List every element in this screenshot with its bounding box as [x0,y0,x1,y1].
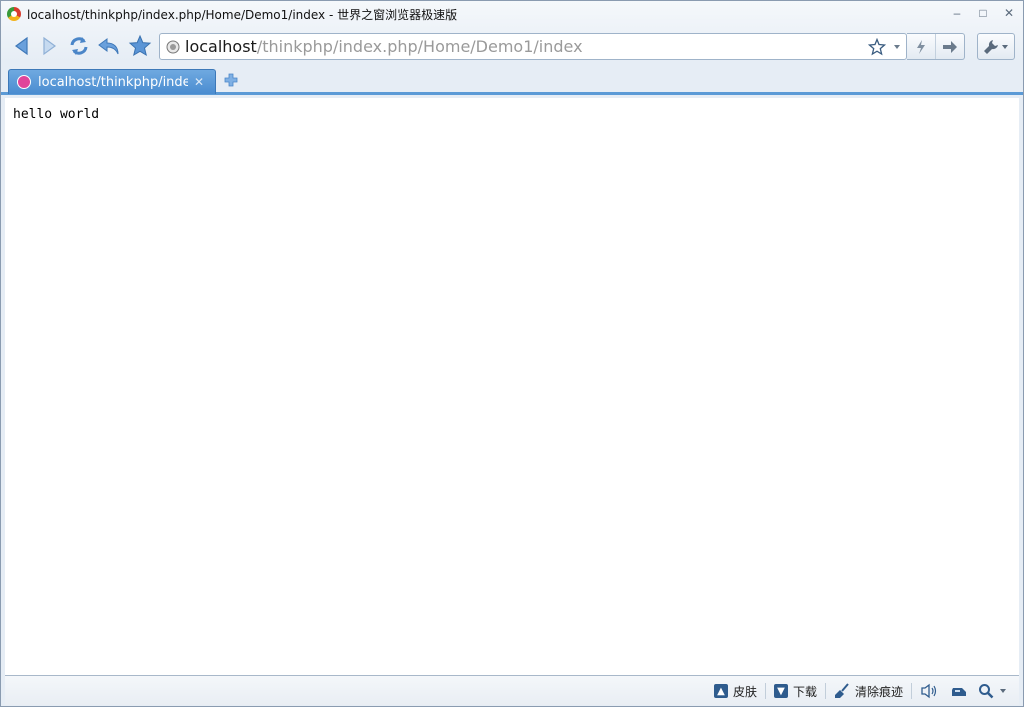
maximize-button[interactable]: □ [975,5,991,21]
page-content: hello world [5,98,1019,675]
favorites-button[interactable] [127,33,153,59]
go-arrow-icon [943,40,958,53]
browser-logo-icon [7,7,21,21]
volume-button[interactable] [912,682,946,700]
speaker-icon [921,683,937,699]
address-bar[interactable]: localhost/thinkphp/index.php/Home/Demo1/… [159,33,907,60]
status-bar: ▲ 皮肤 ▼ 下载 清除痕迹 [5,675,1019,705]
url-host: localhost [185,37,257,56]
url-text[interactable]: localhost/thinkphp/index.php/Home/Demo1/… [185,37,583,56]
broom-icon [834,683,849,698]
window-controls: – □ ✕ [949,5,1017,21]
tools-menu-button[interactable] [977,33,1015,60]
compatibility-mode-button[interactable] [946,682,972,700]
window-title: localhost/thinkphp/index.php/Home/Demo1/… [27,7,458,22]
speed-mode-button[interactable] [907,34,935,59]
address-actions-group [907,33,965,60]
refresh-button[interactable] [66,33,92,59]
chevron-down-icon [1002,44,1008,49]
mode-icon [952,688,966,696]
chevron-down-icon [1000,689,1006,693]
download-icon: ▼ [773,684,788,698]
navigation-toolbar: localhost/thinkphp/index.php/Home/Demo1/… [1,27,1023,67]
dropdown-arrow-icon[interactable] [892,42,902,52]
back-button[interactable] [9,33,35,59]
tab-strip: localhost/thinkphp/index.p ✕ [1,67,1023,95]
lightning-icon [917,39,926,54]
close-button[interactable]: ✕ [1001,5,1017,21]
tab-active[interactable]: localhost/thinkphp/index.p ✕ [8,69,216,94]
undo-icon [98,38,119,55]
new-tab-button[interactable] [223,72,239,88]
download-label: 下载 [792,684,817,699]
go-button[interactable] [935,34,964,59]
forward-arrow-icon [43,36,57,56]
skin-button[interactable]: ▲ 皮肤 [706,682,765,700]
skin-label: 皮肤 [732,684,757,699]
refresh-icon [70,37,88,55]
clear-traces-button[interactable]: 清除痕迹 [826,682,911,700]
address-bar-actions [868,38,902,56]
back-arrow-icon [14,36,28,56]
clear-traces-label: 清除痕迹 [854,684,903,699]
download-button[interactable]: ▼ 下载 [766,682,825,700]
magnifier-icon [979,684,994,699]
bookmark-star-icon[interactable] [868,38,886,56]
favicon-icon [17,75,31,89]
plus-icon [224,73,238,87]
globe-icon [166,40,180,53]
tab-close-button[interactable]: ✕ [194,75,204,89]
wrench-icon [984,39,998,54]
star-icon [128,34,152,57]
minimize-button[interactable]: – [949,5,965,21]
skin-icon: ▲ [713,684,728,698]
url-path: /thinkphp/index.php/Home/Demo1/index [256,37,583,56]
status-bar-items: ▲ 皮肤 ▼ 下载 清除痕迹 [706,682,1013,700]
page-body-text: hello world [13,107,100,122]
title-bar: localhost/thinkphp/index.php/Home/Demo1/… [1,1,1023,27]
forward-button[interactable] [36,33,62,59]
tab-title: localhost/thinkphp/index.p [38,74,188,90]
zoom-button[interactable] [972,682,1013,700]
undo-close-button[interactable] [96,33,122,59]
browser-window: localhost/thinkphp/index.php/Home/Demo1/… [0,0,1024,707]
